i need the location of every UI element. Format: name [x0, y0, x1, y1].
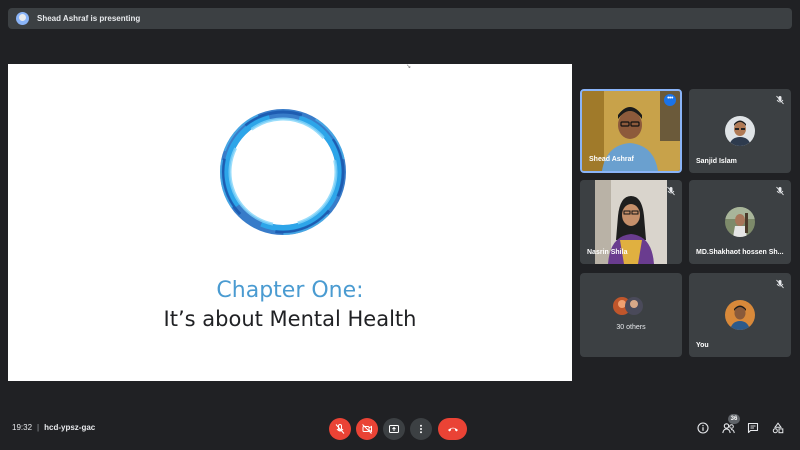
activities-button[interactable]	[771, 421, 785, 435]
mic-off-icon	[776, 186, 784, 196]
participant-tile-you[interactable]: You	[689, 273, 791, 357]
participant-name: Sanjid Islam	[696, 158, 737, 165]
participant-tile-sanjid-islam[interactable]: Sanjid Islam	[689, 89, 791, 173]
participant-name: You	[696, 342, 709, 349]
people-count-badge: 36	[728, 414, 740, 424]
participant-tile-md-shakhaot[interactable]: MD.Shakhaot hossen Sh...	[689, 180, 791, 264]
participant-tile-nasrin-shila[interactable]: Nasrin Shila	[580, 180, 682, 264]
presenting-text: Shead Ashraf is presenting	[37, 14, 141, 23]
presenter-avatar	[16, 12, 29, 25]
tile-more-button[interactable]: •••	[664, 94, 676, 106]
participant-name: Shead Ashraf	[589, 156, 634, 163]
mic-off-icon	[776, 279, 784, 289]
participant-name: MD.Shakhaot hossen Sh...	[696, 249, 784, 256]
info-icon	[697, 422, 709, 434]
avatar	[725, 116, 755, 146]
participant-name: Nasrin Shila	[587, 249, 628, 256]
meeting-info-button[interactable]	[696, 421, 710, 435]
ring-graphic	[220, 109, 346, 235]
participant-tile-shead-ashraf[interactable]: ••• Shead Ashraf	[580, 89, 682, 173]
mic-toggle-button[interactable]	[329, 418, 351, 440]
presentation-slide: ↘ Chapter One: It’s about Mental Health	[8, 64, 572, 381]
mic-off-icon	[335, 424, 345, 434]
clock-time: 19:32	[12, 423, 33, 432]
avatar	[725, 207, 755, 237]
presenting-banner[interactable]: Shead Ashraf is presenting	[8, 8, 792, 29]
slide-cursor-mark: ↘	[406, 64, 412, 70]
activities-icon	[772, 422, 784, 434]
meet-window: Shead Ashraf is presenting ↘ Chapter One…	[0, 0, 800, 450]
slide-title: Chapter One:	[216, 278, 364, 303]
more-options-button[interactable]	[410, 418, 432, 440]
mic-off-icon	[776, 95, 784, 105]
meeting-code[interactable]: hcd-ypsz-gac	[44, 423, 95, 432]
meeting-details: 19:32 | hcd-ypsz-gac	[12, 423, 95, 432]
separator: |	[37, 423, 40, 432]
present-button[interactable]	[383, 418, 405, 440]
others-count: 30 others	[616, 324, 646, 331]
chat-icon	[747, 422, 759, 434]
chat-button[interactable]	[746, 421, 760, 435]
camera-toggle-button[interactable]	[356, 418, 378, 440]
end-call-button[interactable]	[438, 418, 467, 440]
camera-off-icon	[362, 424, 372, 434]
present-icon	[389, 425, 399, 433]
avatar	[725, 300, 755, 330]
more-vert-icon	[420, 424, 422, 434]
participant-tile-others[interactable]: 30 others	[580, 273, 682, 357]
others-avatars	[613, 297, 643, 315]
mic-off-icon	[667, 186, 675, 196]
slide-subtitle: It’s about Mental Health	[163, 307, 417, 331]
end-call-icon	[447, 427, 458, 432]
